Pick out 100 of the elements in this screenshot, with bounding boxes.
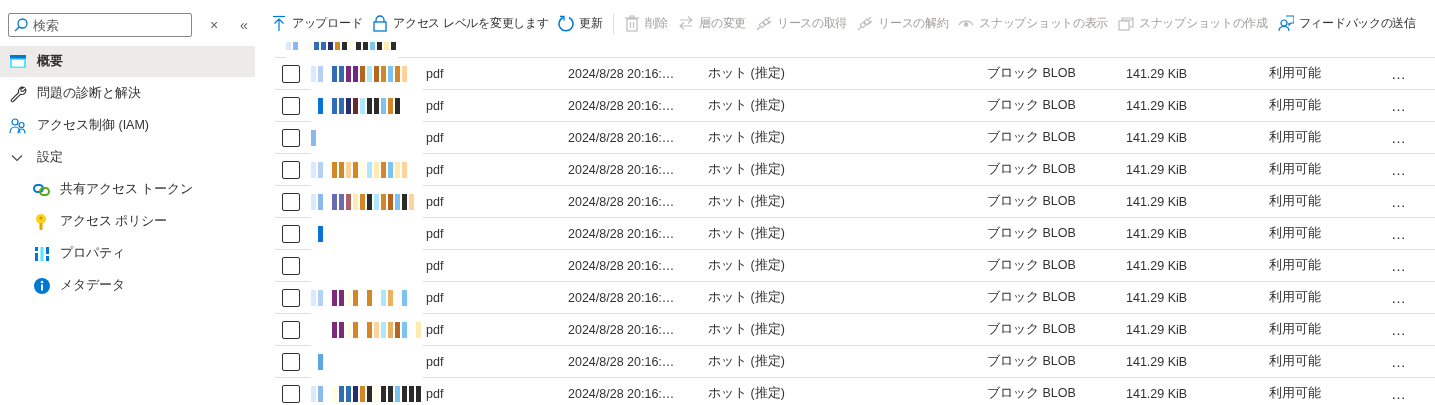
bars-icon <box>33 244 51 263</box>
more-button[interactable]: … <box>1387 193 1411 210</box>
name-text[interactable]: pdf <box>426 194 568 209</box>
more-button[interactable]: … <box>1387 225 1411 242</box>
checkbox[interactable] <box>282 224 300 243</box>
status-text: 利用可能 <box>1269 129 1322 146</box>
tier-text: ホット (推定) <box>708 225 786 242</box>
checkbox[interactable] <box>282 64 300 83</box>
more-button[interactable]: … <box>1387 161 1411 178</box>
more-button[interactable]: … <box>1387 289 1411 306</box>
more-button[interactable]: … <box>1387 97 1411 114</box>
status-text: 利用可能 <box>1269 385 1322 402</box>
nav-item[interactable]: 共有アクセス トークン <box>0 174 255 205</box>
checkbox[interactable] <box>282 192 300 211</box>
toolbar-button[interactable]: 更新 <box>558 15 603 32</box>
nav-item[interactable]: プロパティ <box>0 238 255 269</box>
name-text[interactable]: pdf <box>426 290 568 305</box>
date-text: 2024/8/28 20:16:… <box>568 386 676 401</box>
toolbar-button[interactable]: アクセス レベルを変更します <box>372 15 549 32</box>
more-button[interactable]: … <box>1387 385 1411 402</box>
nav-item[interactable]: 問題の診断と解決 <box>0 78 255 109</box>
checkbox[interactable] <box>282 352 300 371</box>
status-text: 利用可能 <box>1269 65 1322 82</box>
size-text: 141.29 KiB <box>1126 386 1189 401</box>
type-text: ブロック BLOB <box>987 385 1077 402</box>
date-text: 2024/8/28 20:16:… <box>568 162 676 177</box>
tier-text: ホット (推定) <box>708 257 786 274</box>
status-text: 利用可能 <box>1269 257 1322 274</box>
checkbox[interactable] <box>282 128 300 147</box>
info-icon <box>33 276 51 295</box>
more-button[interactable]: … <box>1387 321 1411 338</box>
tier-text: ホット (推定) <box>708 289 786 306</box>
name-text[interactable]: pdf <box>426 258 568 273</box>
copies-icon <box>1118 15 1135 32</box>
status-text: 利用可能 <box>1269 97 1322 114</box>
more-button[interactable]: … <box>1387 129 1411 146</box>
date-text: 2024/8/28 20:16:… <box>568 258 676 273</box>
checkbox[interactable] <box>282 384 300 403</box>
checkbox[interactable] <box>282 96 300 115</box>
type-text: ブロック BLOB <box>987 321 1077 338</box>
toolbar-button[interactable]: アップロード <box>271 15 363 32</box>
tier-text: ホット (推定) <box>708 321 786 338</box>
tier-text: ホット (推定) <box>708 65 786 82</box>
plug-icon <box>857 15 874 32</box>
type-text: ブロック BLOB <box>987 65 1077 82</box>
more-button[interactable]: … <box>1387 353 1411 370</box>
checkbox[interactable] <box>282 160 300 179</box>
name-text[interactable]: pdf <box>426 162 568 177</box>
nav-item[interactable]: アクセス ポリシー <box>0 206 255 237</box>
type-text: ブロック BLOB <box>987 257 1077 274</box>
nav-item[interactable]: 概要 <box>0 46 255 77</box>
plug-icon <box>755 15 772 32</box>
type-text: ブロック BLOB <box>987 353 1077 370</box>
date-text: 2024/8/28 20:16:… <box>568 322 676 337</box>
toolbar-button[interactable]: フィードバックの送信 <box>1277 15 1416 32</box>
size-text: 141.29 KiB <box>1126 98 1189 113</box>
refresh-icon <box>558 15 575 32</box>
size-text: 141.29 KiB <box>1126 194 1189 209</box>
clear-button[interactable]: × <box>206 17 222 33</box>
collapse-button[interactable]: « <box>236 17 252 33</box>
status-text: 利用可能 <box>1269 321 1322 338</box>
size-text: 141.29 KiB <box>1126 130 1189 145</box>
size-text: 141.29 KiB <box>1126 354 1189 369</box>
type-text: ブロック BLOB <box>987 97 1077 114</box>
date-text: 2024/8/28 20:16:… <box>568 290 676 305</box>
size-text: 141.29 KiB <box>1126 290 1189 305</box>
name-text[interactable]: pdf <box>426 354 568 369</box>
tier-text: ホット (推定) <box>708 193 786 210</box>
nav-item[interactable]: メタデータ <box>0 270 255 301</box>
more-button[interactable]: … <box>1387 65 1411 82</box>
wrench-icon <box>9 84 27 103</box>
tier-text: ホット (推定) <box>708 97 786 114</box>
checkbox[interactable] <box>282 288 300 307</box>
more-button[interactable]: … <box>1387 257 1411 274</box>
upload-icon <box>271 15 287 32</box>
date-text: 2024/8/28 20:16:… <box>568 130 676 145</box>
name-text[interactable]: pdf <box>426 130 568 145</box>
status-text: 利用可能 <box>1269 161 1322 178</box>
type-text: ブロック BLOB <box>987 225 1077 242</box>
size-text: 141.29 KiB <box>1126 322 1189 337</box>
checkbox[interactable] <box>282 320 300 339</box>
date-text: 2024/8/28 20:16:… <box>568 194 676 209</box>
tier-text: ホット (推定) <box>708 161 786 178</box>
search-field[interactable]: 検索 <box>8 13 192 37</box>
tier-text: ホット (推定) <box>708 385 786 402</box>
name-text[interactable]: pdf <box>426 226 568 241</box>
nav-item[interactable]: アクセス制御 (IAM) <box>0 110 255 141</box>
name-text[interactable]: pdf <box>426 98 568 113</box>
status-text: 利用可能 <box>1269 353 1322 370</box>
name-text[interactable]: pdf <box>426 386 568 401</box>
checkbox[interactable] <box>282 256 300 275</box>
size-text: 141.29 KiB <box>1126 258 1189 273</box>
nav-item[interactable]: 設定 <box>0 142 255 173</box>
feedback-icon <box>1277 15 1294 32</box>
overview-icon <box>9 52 27 71</box>
trash-icon <box>623 15 640 32</box>
name-text[interactable]: pdf <box>426 322 568 337</box>
size-text: 141.29 KiB <box>1126 162 1189 177</box>
swap-arrows-icon <box>678 15 695 32</box>
name-text[interactable]: pdf <box>426 66 568 81</box>
